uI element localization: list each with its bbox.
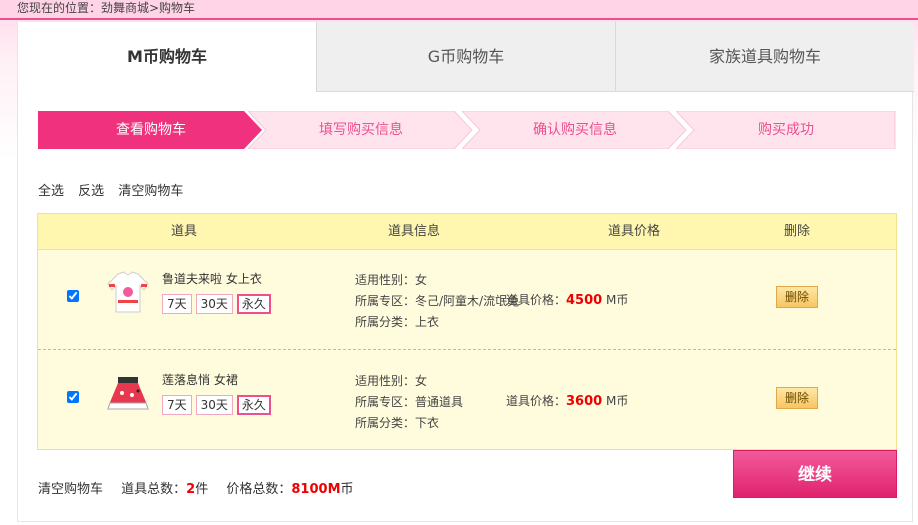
delete-button[interactable]: 删除 xyxy=(776,286,818,308)
item-thumbnail-skirt xyxy=(104,369,152,417)
price-label: 道具价格： xyxy=(506,293,567,307)
header-price: 道具价格 xyxy=(608,224,661,239)
item-info: 适用性别：女 所属专区：冬己/阿童木/流氓兔 所属分类：上衣 xyxy=(355,270,519,333)
row-checkbox[interactable] xyxy=(67,391,79,403)
duration-options: 7天 30天 永久 xyxy=(162,395,271,415)
total-price: 价格总数：8100M币 xyxy=(226,482,353,497)
clear-cart-link[interactable]: 清空购物车 xyxy=(118,184,183,199)
step-label: 确认购买信息 xyxy=(533,122,617,138)
duration-30-days[interactable]: 30天 xyxy=(195,294,233,314)
duration-7-days[interactable]: 7天 xyxy=(162,294,192,314)
table-row: 莲落息悄 女裙 7天 30天 永久 适用性别：女 所属专区：普通道具 所属分类：… xyxy=(38,351,896,451)
tab-m-coin-cart[interactable]: M币购物车 xyxy=(18,22,316,92)
item-price: 道具价格：3600 M币 xyxy=(506,392,628,409)
row-checkbox[interactable] xyxy=(67,290,79,302)
table-header: 道具 道具信息 道具价格 删除 xyxy=(38,214,896,250)
footer-clear-cart-link[interactable]: 清空购物车 xyxy=(38,482,103,497)
cart-actions: 全选 反选 清空购物车 xyxy=(38,180,193,199)
step-label: 填写购买信息 xyxy=(319,122,403,138)
step-purchase-success[interactable]: 购买成功 xyxy=(676,111,896,149)
breadcrumb: 您现在的位置：劲舞商城>购物车 xyxy=(0,0,918,20)
cart-table: 道具 道具信息 道具价格 删除 鲁道夫来啦 女上衣 7天 30天 永久 适用性别… xyxy=(37,213,897,450)
item-price: 道具价格：4500 M币 xyxy=(506,291,628,308)
item-thumbnail-top xyxy=(104,268,152,316)
duration-permanent[interactable]: 永久 xyxy=(236,395,271,415)
item-count: 道具总数：2件 xyxy=(121,482,208,497)
total-label: 价格总数： xyxy=(226,482,292,497)
price-unit: M币 xyxy=(602,394,629,408)
checkout-steps: 查看购物车 填写购买信息 确认购买信息 购买成功 xyxy=(38,111,896,149)
price-value: 3600 xyxy=(566,394,603,409)
count-value: 2 xyxy=(186,482,196,497)
item-info: 适用性别：女 所属专区：普通道具 所属分类：下衣 xyxy=(355,371,463,434)
header-item: 道具 xyxy=(171,224,198,239)
cart-tabs: M币购物车 G币购物车 家族道具购物车 xyxy=(18,22,914,92)
item-zone: 所属专区：普通道具 xyxy=(355,395,464,409)
step-fill-info[interactable]: 填写购买信息 xyxy=(248,111,474,149)
tab-family-item-cart[interactable]: 家族道具购物车 xyxy=(615,22,914,92)
item-gender: 适用性别：女 xyxy=(355,374,428,388)
price-unit: M币 xyxy=(602,293,629,307)
item-category: 所属分类：上衣 xyxy=(355,315,440,329)
header-info: 道具信息 xyxy=(388,224,441,239)
cart-summary: 清空购物车 道具总数：2件 价格总数：8100M币 xyxy=(38,478,354,497)
item-zone: 所属专区：冬己/阿童木/流氓兔 xyxy=(355,294,520,308)
header-delete: 删除 xyxy=(784,224,811,239)
count-unit: 件 xyxy=(195,482,209,497)
price-label: 道具价格： xyxy=(506,394,567,408)
duration-permanent[interactable]: 永久 xyxy=(236,294,271,314)
item-category: 所属分类：下衣 xyxy=(355,416,440,430)
table-row: 鲁道夫来啦 女上衣 7天 30天 永久 适用性别：女 所属专区：冬己/阿童木/流… xyxy=(38,250,896,350)
count-label: 道具总数： xyxy=(121,482,187,497)
item-name[interactable]: 莲落息悄 女裙 xyxy=(162,371,238,388)
item-gender: 适用性别：女 xyxy=(355,273,428,287)
invert-selection-link[interactable]: 反选 xyxy=(78,184,104,199)
tab-g-coin-cart[interactable]: G币购物车 xyxy=(316,22,615,92)
select-all-link[interactable]: 全选 xyxy=(38,184,64,199)
item-name[interactable]: 鲁道夫来啦 女上衣 xyxy=(162,270,262,287)
duration-7-days[interactable]: 7天 xyxy=(162,395,192,415)
continue-button[interactable]: 继续 xyxy=(733,450,897,498)
delete-button[interactable]: 删除 xyxy=(776,387,818,409)
cart-panel: M币购物车 G币购物车 家族道具购物车 查看购物车 填写购买信息 确认购买信息 … xyxy=(17,22,914,522)
total-value: 8100M xyxy=(291,482,341,497)
price-value: 4500 xyxy=(566,293,603,308)
duration-30-days[interactable]: 30天 xyxy=(195,395,233,415)
total-unit: 币 xyxy=(340,482,354,497)
step-label: 购买成功 xyxy=(758,122,814,138)
duration-options: 7天 30天 永久 xyxy=(162,294,271,314)
step-view-cart[interactable]: 查看购物车 xyxy=(38,111,264,149)
step-label: 查看购物车 xyxy=(116,122,186,138)
step-confirm-info[interactable]: 确认购买信息 xyxy=(462,111,688,149)
